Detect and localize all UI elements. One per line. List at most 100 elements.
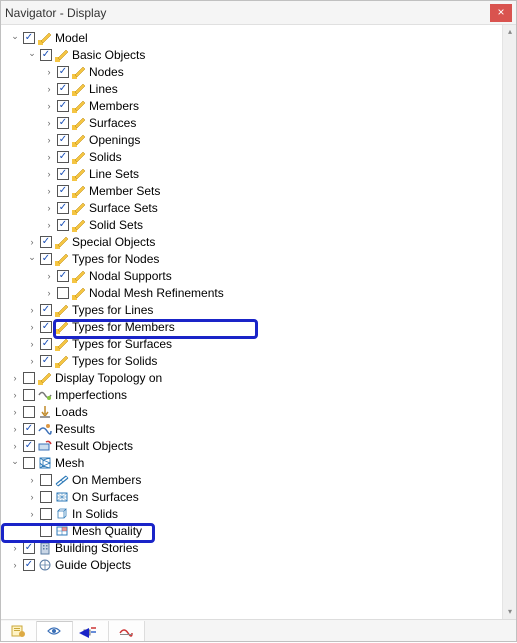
tree-item-lines[interactable]: Lines	[9, 80, 500, 97]
expand-toggle[interactable]	[43, 151, 55, 163]
expand-toggle[interactable]	[26, 304, 38, 316]
expand-toggle[interactable]	[43, 168, 55, 180]
tree-item-surface-sets[interactable]: Surface Sets	[9, 199, 500, 216]
tree-item-imperfections[interactable]: Imperfections	[9, 386, 500, 403]
expand-toggle[interactable]	[43, 270, 55, 282]
tree-item-guide-objects[interactable]: Guide Objects	[9, 556, 500, 573]
scroll-down-icon[interactable]: ▾	[503, 605, 516, 619]
expand-toggle[interactable]	[43, 219, 55, 231]
tree-item-result-objects[interactable]: Result Objects	[9, 437, 500, 454]
checkbox[interactable]	[23, 457, 35, 469]
expand-toggle[interactable]	[43, 202, 55, 214]
tree-item-nodes[interactable]: Nodes	[9, 63, 500, 80]
checkbox[interactable]	[57, 66, 69, 78]
checkbox[interactable]	[40, 508, 52, 520]
tree-item-solids[interactable]: Solids	[9, 148, 500, 165]
tree-item-mesh-on-surfaces[interactable]: On Surfaces	[9, 488, 500, 505]
expand-toggle[interactable]	[9, 542, 21, 554]
scrollbar-vertical[interactable]: ▴ ▾	[502, 25, 516, 619]
tree-view[interactable]: Model Basic Objects Nodes Lines Members …	[9, 29, 500, 619]
tree-item-member-sets[interactable]: Member Sets	[9, 182, 500, 199]
tree-item-types-for-surfaces[interactable]: Types for Surfaces	[9, 335, 500, 352]
tab-data[interactable]	[1, 621, 37, 641]
tree-item-types-for-members[interactable]: Types for Members	[9, 318, 500, 335]
tree-item-display-topology-on[interactable]: Display Topology on	[9, 369, 500, 386]
tree-item-model[interactable]: Model	[9, 29, 500, 46]
expand-toggle[interactable]	[43, 100, 55, 112]
tree-item-special-objects[interactable]: Special Objects	[9, 233, 500, 250]
checkbox[interactable]	[23, 32, 35, 44]
expand-toggle[interactable]	[9, 389, 21, 401]
tree-item-openings[interactable]: Openings	[9, 131, 500, 148]
tree-item-loads[interactable]: Loads	[9, 403, 500, 420]
expand-toggle[interactable]	[9, 406, 21, 418]
checkbox[interactable]	[40, 474, 52, 486]
checkbox[interactable]	[57, 117, 69, 129]
checkbox[interactable]	[57, 83, 69, 95]
tree-item-nodal-mesh-refinements[interactable]: Nodal Mesh Refinements	[9, 284, 500, 301]
checkbox[interactable]	[23, 559, 35, 571]
expand-toggle[interactable]	[26, 49, 38, 61]
checkbox[interactable]	[57, 134, 69, 146]
checkbox[interactable]	[57, 270, 69, 282]
checkbox[interactable]	[40, 338, 52, 350]
checkbox[interactable]	[57, 185, 69, 197]
tree-item-mesh-on-members[interactable]: On Members	[9, 471, 500, 488]
expand-toggle[interactable]	[43, 287, 55, 299]
tree-item-members[interactable]: Members	[9, 97, 500, 114]
tree-item-solid-sets[interactable]: Solid Sets	[9, 216, 500, 233]
checkbox[interactable]	[23, 542, 35, 554]
checkbox[interactable]	[40, 236, 52, 248]
tree-item-types-for-solids[interactable]: Types for Solids	[9, 352, 500, 369]
checkbox[interactable]	[40, 321, 52, 333]
checkbox[interactable]	[23, 389, 35, 401]
expand-toggle[interactable]	[43, 134, 55, 146]
expand-toggle[interactable]	[43, 66, 55, 78]
checkbox[interactable]	[57, 202, 69, 214]
checkbox[interactable]	[23, 423, 35, 435]
expand-toggle[interactable]	[26, 236, 38, 248]
expand-toggle[interactable]	[9, 559, 21, 571]
expand-toggle[interactable]	[26, 474, 38, 486]
tree-item-results[interactable]: Results	[9, 420, 500, 437]
tree-item-nodal-supports[interactable]: Nodal Supports	[9, 267, 500, 284]
tree-item-types-for-lines[interactable]: Types for Lines	[9, 301, 500, 318]
checkbox[interactable]	[57, 151, 69, 163]
expand-toggle[interactable]	[9, 372, 21, 384]
expand-toggle[interactable]	[26, 508, 38, 520]
checkbox[interactable]	[23, 406, 35, 418]
tree-item-building-stories[interactable]: Building Stories	[9, 539, 500, 556]
tree-item-mesh-quality[interactable]: Mesh Quality	[9, 522, 500, 539]
checkbox[interactable]	[57, 168, 69, 180]
expand-toggle[interactable]	[26, 321, 38, 333]
checkbox[interactable]	[40, 491, 52, 503]
checkbox[interactable]	[57, 100, 69, 112]
scroll-up-icon[interactable]: ▴	[503, 25, 516, 39]
tree-item-mesh-in-solids[interactable]: In Solids	[9, 505, 500, 522]
expand-toggle[interactable]	[26, 338, 38, 350]
tree-item-types-for-nodes[interactable]: Types for Nodes	[9, 250, 500, 267]
expand-toggle[interactable]	[9, 32, 21, 44]
checkbox[interactable]	[23, 440, 35, 452]
expand-toggle[interactable]	[26, 253, 38, 265]
tab-display[interactable]	[37, 621, 73, 641]
tree-item-line-sets[interactable]: Line Sets	[9, 165, 500, 182]
checkbox[interactable]	[40, 525, 52, 537]
tree-item-surfaces[interactable]: Surfaces	[9, 114, 500, 131]
expand-toggle[interactable]	[9, 440, 21, 452]
expand-toggle[interactable]	[43, 185, 55, 197]
expand-toggle[interactable]	[43, 83, 55, 95]
close-button[interactable]: ×	[490, 4, 512, 22]
checkbox[interactable]	[40, 304, 52, 316]
expand-toggle[interactable]	[26, 355, 38, 367]
tree-item-basic-objects[interactable]: Basic Objects	[9, 46, 500, 63]
checkbox[interactable]	[23, 372, 35, 384]
checkbox[interactable]	[40, 253, 52, 265]
tree-item-mesh[interactable]: Mesh	[9, 454, 500, 471]
expand-toggle[interactable]	[9, 423, 21, 435]
checkbox[interactable]	[40, 355, 52, 367]
checkbox[interactable]	[40, 49, 52, 61]
checkbox[interactable]	[57, 287, 69, 299]
expand-toggle[interactable]	[43, 117, 55, 129]
expand-toggle[interactable]	[26, 491, 38, 503]
